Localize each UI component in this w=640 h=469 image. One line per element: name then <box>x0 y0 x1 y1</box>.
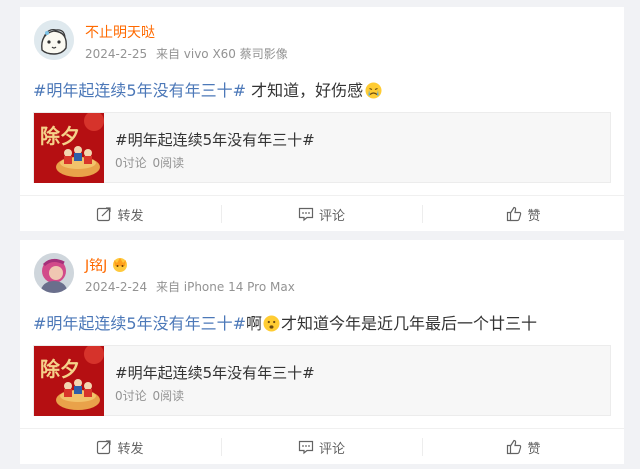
frowning-face-emoji <box>263 315 280 332</box>
comment-button[interactable]: 评论 <box>221 429 422 465</box>
repost-icon <box>97 440 112 455</box>
comment-label: 评论 <box>318 441 345 457</box>
member-badge-icon <box>111 255 129 273</box>
post-body: 才知道，好伤感 <box>246 81 364 100</box>
avatar[interactable] <box>34 253 74 293</box>
action-bar: 转发 评论 赞 <box>20 428 624 464</box>
crying-face-emoji <box>365 82 382 99</box>
topic-title: #明年起连续5年没有年三十# <box>115 364 315 382</box>
topic-discuss-count: 0讨论 <box>115 389 147 403</box>
post-date[interactable]: 2024-2-24 <box>85 280 147 294</box>
topic-discuss-count: 0讨论 <box>115 156 147 170</box>
comment-icon <box>298 207 314 222</box>
comment-button[interactable]: 评论 <box>221 196 422 232</box>
topic-stats: 0讨论 0阅读 <box>115 387 184 404</box>
topic-title: #明年起连续5年没有年三十# <box>115 131 315 149</box>
topic-stats: 0讨论 0阅读 <box>115 154 184 171</box>
like-label: 赞 <box>527 208 541 224</box>
comment-icon <box>298 440 314 455</box>
like-button[interactable]: 赞 <box>423 429 624 465</box>
post-card: 不止明天哒 2024-2-25 来自 vivo X60 蔡司影像 #明年起连续5… <box>20 7 624 231</box>
svg-text:除夕: 除夕 <box>40 357 80 381</box>
post-text: #明年起连续5年没有年三十#啊 才知道今年是近几年最后一个廿三十 <box>33 310 537 334</box>
post-card: J铭J 2024-2-24 来自 iPhone 14 Pro Max #明年起连… <box>20 240 624 464</box>
svg-text:除夕: 除夕 <box>40 124 80 148</box>
topic-card[interactable]: 除夕 #明年起连续5年没有年三十# 0讨论 0阅读 <box>33 345 611 416</box>
hashtag-link[interactable]: #明年起连续5年没有年三十# <box>33 81 246 100</box>
repost-button[interactable]: 转发 <box>20 196 220 232</box>
repost-button[interactable]: 转发 <box>20 429 220 465</box>
post-body: 才知道今年是近几年最后一个廿三十 <box>281 314 538 333</box>
repost-icon <box>97 207 112 222</box>
post-source: 来自 iPhone 14 Pro Max <box>155 280 295 294</box>
post-meta: 2024-2-24 来自 iPhone 14 Pro Max <box>85 278 295 295</box>
post-body-prefix: 啊 <box>246 314 263 333</box>
author-name[interactable]: 不止明天哒 <box>85 22 155 42</box>
like-label: 赞 <box>527 441 541 457</box>
weibo-feed: 不止明天哒 2024-2-25 来自 vivo X60 蔡司影像 #明年起连续5… <box>0 0 640 469</box>
like-button[interactable]: 赞 <box>423 196 624 232</box>
action-bar: 转发 评论 赞 <box>20 195 624 231</box>
topic-read-count: 0阅读 <box>152 156 185 170</box>
repost-label: 转发 <box>117 441 144 457</box>
topic-thumbnail: 除夕 <box>34 113 104 183</box>
thumbs-up-icon <box>507 439 522 455</box>
repost-label: 转发 <box>117 208 144 224</box>
avatar[interactable] <box>34 20 74 60</box>
post-date[interactable]: 2024-2-25 <box>85 47 147 61</box>
post-text: #明年起连续5年没有年三十# 才知道，好伤感 <box>33 77 382 101</box>
topic-card[interactable]: 除夕 #明年起连续5年没有年三十# 0讨论 0阅读 <box>33 112 611 183</box>
author-name[interactable]: J铭J <box>85 255 129 275</box>
post-meta: 2024-2-25 来自 vivo X60 蔡司影像 <box>85 45 288 62</box>
comment-label: 评论 <box>318 208 345 224</box>
thumbs-up-icon <box>507 206 522 222</box>
topic-thumbnail: 除夕 <box>34 346 104 416</box>
topic-read-count: 0阅读 <box>152 389 185 403</box>
author-name-text: J铭J <box>85 258 108 274</box>
post-source: 来自 vivo X60 蔡司影像 <box>155 47 288 61</box>
hashtag-link[interactable]: #明年起连续5年没有年三十# <box>33 314 246 333</box>
